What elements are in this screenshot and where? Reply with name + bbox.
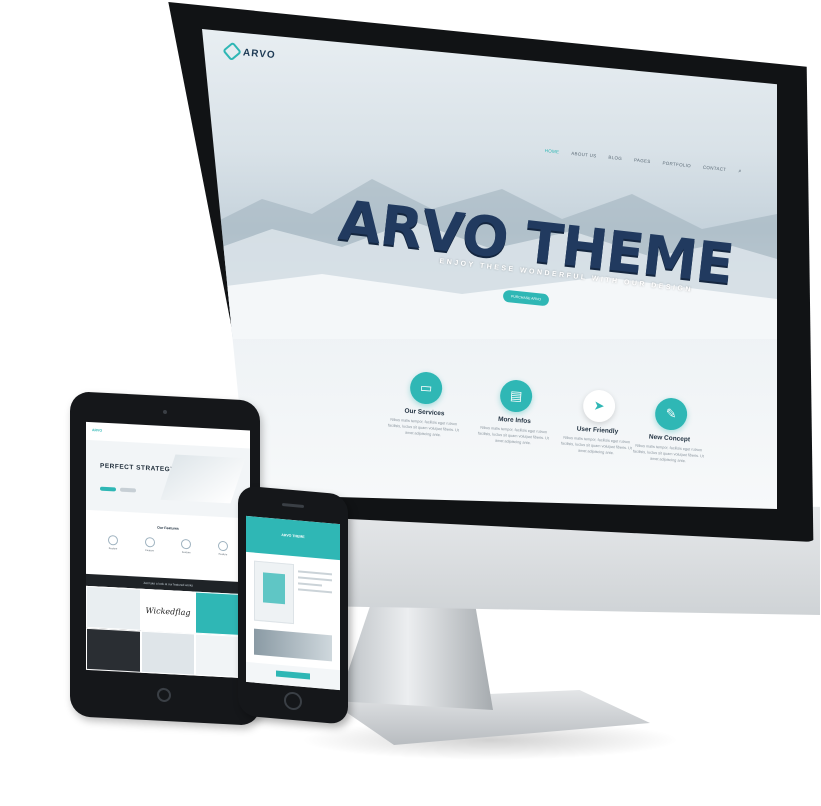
monitor-icon[interactable]: ▭: [409, 370, 444, 406]
nav-item-home[interactable]: Home: [544, 148, 559, 156]
portfolio-tile-script: Wickedflag: [145, 605, 191, 617]
feature-icon: [108, 535, 118, 546]
tablet-feature-label: Feature: [218, 552, 228, 557]
text-line: [298, 588, 332, 594]
tablet-feature-icons: Feature Feature Feature Feature: [100, 535, 236, 557]
tablet-section-title: Our Features: [157, 525, 179, 531]
feature-new-concept: ✎ New Concept Nibus malis tempor, facili…: [628, 395, 712, 465]
tablet-feature: Feature: [173, 538, 199, 554]
tablet-logo[interactable]: ARVO: [92, 428, 102, 433]
tablet-primary-button[interactable]: [100, 486, 116, 492]
tablet-feature: Feature: [137, 536, 163, 553]
tablet-home-button[interactable]: [157, 687, 171, 703]
phone-card[interactable]: [254, 560, 294, 625]
tablet-hero-title: PERFECT STRATEGY: [100, 462, 176, 474]
search-icon[interactable]: ⌕: [738, 168, 742, 175]
tablet-camera: [163, 409, 167, 415]
logo-text: ARVO: [242, 46, 277, 61]
feature-icon: [144, 536, 155, 548]
tablet-hero: PERFECT STRATEGY: [86, 439, 250, 519]
purchase-button-label: Purchase Arvo: [510, 294, 542, 302]
phone-footer: [246, 661, 340, 691]
text-line: [298, 582, 322, 587]
phone-photo[interactable]: [254, 628, 332, 662]
phone-speaker: [282, 503, 304, 508]
portfolio-tile[interactable]: [86, 627, 141, 673]
site-logo[interactable]: ARVO: [222, 41, 277, 62]
tablet-feature-label: Feature: [145, 548, 154, 553]
phone-hero: ARVO THEME: [246, 515, 340, 561]
tablet-feature-label: Feature: [108, 547, 118, 551]
send-icon[interactable]: ➤: [582, 388, 617, 424]
feature-user-friendly: ➤ User Friendly Nibus malis tempor, faci…: [556, 387, 640, 457]
phone-card-image: [263, 572, 285, 605]
tablet-device: ARVO PERFECT STRATEGY Our Features Featu…: [70, 391, 260, 726]
text-line: [298, 576, 332, 582]
portfolio-tile[interactable]: Wickedflag: [140, 588, 196, 634]
feature-icon: [181, 538, 192, 550]
tablet-hero-mockup: [160, 454, 246, 504]
tablet-feature-label: Feature: [182, 550, 191, 555]
text-line: [298, 570, 332, 576]
tablet-screen: ARVO PERFECT STRATEGY Our Features Featu…: [86, 421, 250, 679]
phone-device: ARVO THEME: [238, 485, 348, 725]
phone-hero-text: ARVO THEME: [281, 532, 305, 540]
phone-home-button[interactable]: [284, 691, 302, 711]
phone-text-lines: [298, 570, 332, 597]
tablet-secondary-button[interactable]: [120, 487, 136, 493]
feature-icon: [217, 540, 228, 552]
folder-icon[interactable]: ▤: [499, 378, 534, 414]
nav-item-blog[interactable]: Blog: [608, 155, 622, 163]
pencil-icon[interactable]: ✎: [654, 396, 689, 432]
portfolio-tile[interactable]: [86, 585, 141, 631]
feature-our-services: ▭ Our Services Nibus malis tempor, facil…: [383, 369, 467, 439]
phone-footer-bar[interactable]: [276, 670, 310, 680]
portfolio-tile[interactable]: [140, 630, 196, 676]
feature-more-infos: ▤ More Infos Nibus malis tempor, facilis…: [473, 377, 557, 447]
tablet-feature: Feature: [100, 535, 126, 551]
tablet-portfolio-grid: Wickedflag: [86, 585, 250, 679]
tablet-feature: Feature: [210, 540, 236, 556]
monitor-stand-neck: [338, 600, 493, 710]
phone-screen: ARVO THEME: [246, 515, 340, 691]
